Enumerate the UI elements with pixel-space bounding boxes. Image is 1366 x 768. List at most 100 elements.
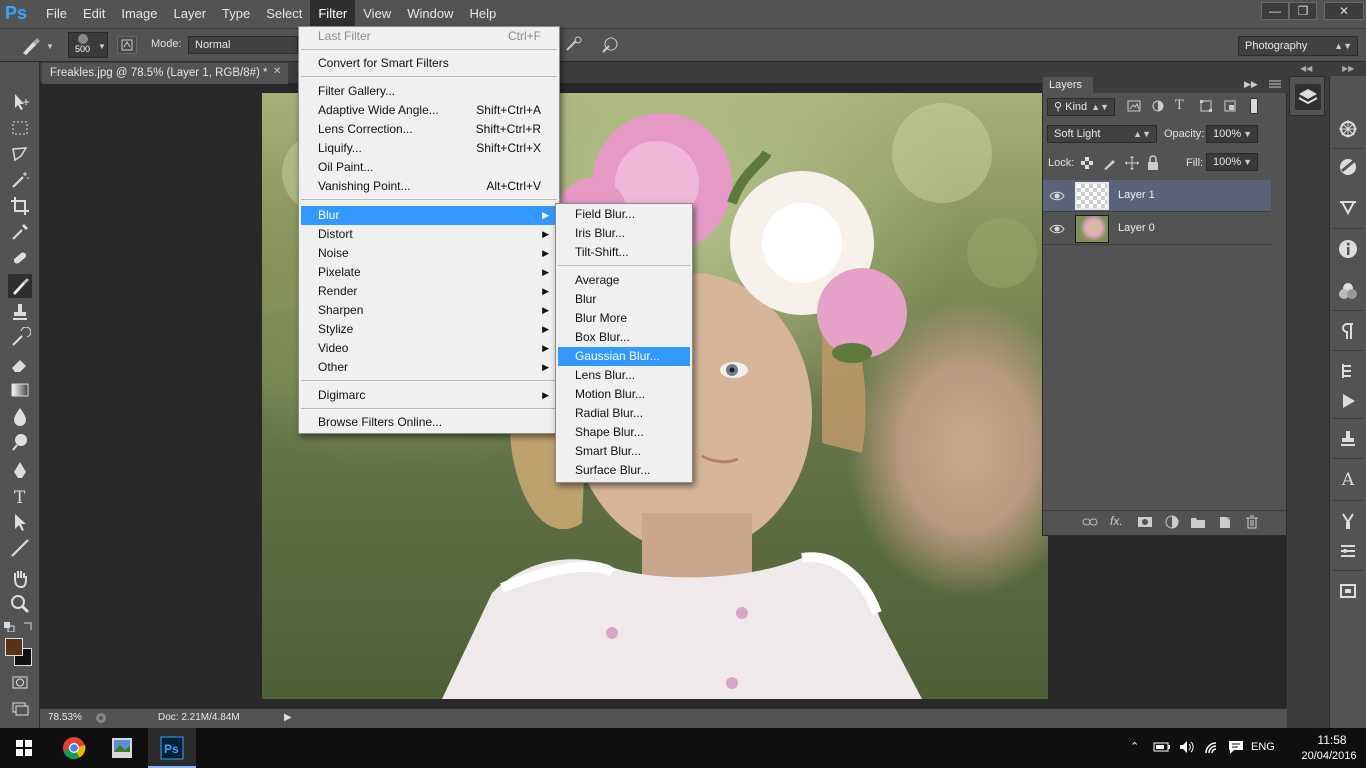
menu-item-field-blur[interactable]: Field Blur... [558,205,690,224]
zoom-level[interactable]: 78.53% [48,712,82,723]
panel-menu-icon[interactable] [1268,78,1282,90]
menu-item-shape-blur[interactable]: Shape Blur... [558,423,690,442]
clock-date[interactable]: 20/04/2016 [1294,750,1364,762]
menu-item-vanishing-point[interactable]: Vanishing Point... Alt+Ctrl+V [301,177,557,196]
eye-icon[interactable] [1049,188,1065,204]
filter-smart-object-icon[interactable] [1223,99,1237,113]
history-icon[interactable] [1337,360,1359,382]
actions-icon[interactable] [1337,390,1359,412]
menu-item-browse-filters-online[interactable]: Browse Filters Online... [301,413,557,432]
menu-item-blur[interactable]: Blur ▶ [301,206,557,225]
crop-tool-icon[interactable] [8,194,32,218]
delete-layer-icon[interactable] [1244,514,1260,530]
menu-item-average[interactable]: Average [558,271,690,290]
menu-item-blur-simple[interactable]: Blur [558,290,690,309]
battery-icon[interactable] [1153,740,1171,754]
menu-item-video[interactable]: Video ▶ [301,339,557,358]
menu-item-convert-smart-filters[interactable]: Convert for Smart Filters [301,54,557,73]
chevron-down-icon[interactable]: ▼ [98,42,106,51]
menu-layer[interactable]: Layer [166,0,215,28]
menu-item-blur-more[interactable]: Blur More [558,309,690,328]
collapse-dock-icon[interactable]: ▶▶ [1342,64,1354,73]
eye-icon[interactable] [1049,221,1065,237]
collapse-panel-icon[interactable]: ▶▶ [1244,79,1258,90]
filter-pixel-layer-icon[interactable] [1127,99,1141,113]
fill-input[interactable]: 100% ▼ [1206,153,1258,171]
menu-item-filter-gallery[interactable]: Filter Gallery... [301,82,557,101]
brush-presets-icon[interactable] [1337,540,1359,562]
quick-mask-icon[interactable] [8,670,32,694]
swap-colors-icon[interactable] [22,620,34,632]
new-group-icon[interactable] [1190,514,1206,530]
navigator-icon[interactable] [1337,118,1359,140]
screen-mode-icon[interactable] [8,696,32,720]
menu-item-gaussian-blur[interactable]: Gaussian Blur... [558,347,690,366]
menu-edit[interactable]: Edit [75,0,113,28]
blend-mode-select[interactable]: Soft Light ▲▼ [1047,125,1157,143]
menu-item-other[interactable]: Other ▶ [301,358,557,377]
menu-item-noise[interactable]: Noise ▶ [301,244,557,263]
close-icon[interactable]: ✕ [273,66,281,77]
menu-item-render[interactable]: Render ▶ [301,282,557,301]
properties-icon[interactable] [1337,580,1359,602]
collapse-dock-icon[interactable]: ◀◀ [1300,64,1312,73]
info-icon[interactable] [1337,238,1359,260]
filter-toggle-icon[interactable] [1250,98,1258,114]
move-tool-icon[interactable] [8,90,32,114]
menu-help[interactable]: Help [461,0,504,28]
layer-name[interactable]: Layer 0 [1118,222,1155,234]
opacity-input[interactable]: 100% ▼ [1206,125,1258,143]
filter-adjustment-layer-icon[interactable] [1151,99,1165,113]
mode-select[interactable]: Normal [188,36,298,54]
hand-tool-icon[interactable] [8,566,32,590]
menu-item-adaptive-wide-angle[interactable]: Adaptive Wide Angle... Shift+Ctrl+A [301,101,557,120]
menu-filter[interactable]: Filter [310,0,356,28]
menu-item-oil-paint[interactable]: Oil Paint... [301,158,557,177]
lock-image-pixels-icon[interactable] [1102,156,1118,170]
new-layer-icon[interactable] [1217,514,1233,530]
chrome-icon[interactable] [50,728,98,768]
zoom-tool-icon[interactable] [8,592,32,616]
status-menu-arrow-icon[interactable]: ▶ [284,712,292,723]
path-selection-tool-icon[interactable] [8,510,32,534]
volume-icon[interactable] [1178,739,1196,755]
brush-tool-icon[interactable] [8,274,32,298]
menu-file[interactable]: File [38,0,75,28]
paths-icon[interactable] [1337,196,1359,218]
menu-item-sharpen[interactable]: Sharpen ▶ [301,301,557,320]
menu-item-smart-blur[interactable]: Smart Blur... [558,442,690,461]
foreground-color-swatch[interactable] [5,638,23,656]
photos-app-icon[interactable] [98,728,146,768]
layer-style-fx-icon[interactable]: fx. [1110,514,1126,530]
menu-select[interactable]: Select [258,0,310,28]
line-tool-icon[interactable] [8,536,32,560]
eraser-tool-icon[interactable] [8,352,32,376]
menu-item-stylize[interactable]: Stylize ▶ [301,320,557,339]
workspace-select[interactable]: Photography ▲▼ [1238,36,1358,56]
menu-type[interactable]: Type [214,0,258,28]
link-layers-icon[interactable] [1082,514,1098,530]
photoshop-taskbar-icon[interactable]: Ps [148,728,196,768]
wifi-icon[interactable] [1203,739,1221,755]
menu-item-lens-blur[interactable]: Lens Blur... [558,366,690,385]
clone-stamp-tool-icon[interactable] [8,300,32,324]
menu-image[interactable]: Image [113,0,165,28]
magic-wand-tool-icon[interactable] [8,168,32,192]
lasso-tool-icon[interactable] [8,142,32,166]
new-adjustment-layer-icon[interactable] [1164,514,1180,530]
menu-item-motion-blur[interactable]: Motion Blur... [558,385,690,404]
brush-tool-preset-icon[interactable] [20,36,42,56]
lock-all-icon[interactable] [1146,155,1160,171]
menu-item-lens-correction[interactable]: Lens Correction... Shift+Ctrl+R [301,120,557,139]
lock-position-icon[interactable] [1124,155,1140,171]
marquee-tool-icon[interactable] [8,116,32,140]
menu-item-digimarc[interactable]: Digimarc ▶ [301,386,557,405]
character-icon[interactable]: A [1337,470,1359,492]
default-colors-icon[interactable] [4,622,16,632]
brush-panel-toggle-icon[interactable] [117,36,137,54]
clone-source-icon[interactable] [1337,428,1359,450]
menu-window[interactable]: Window [399,0,461,28]
document-tab[interactable]: Freakles.jpg @ 78.5% (Layer 1, RGB/8#) * [42,63,288,84]
restore-button[interactable]: ❐ [1289,2,1317,20]
menu-item-surface-blur[interactable]: Surface Blur... [558,461,690,480]
